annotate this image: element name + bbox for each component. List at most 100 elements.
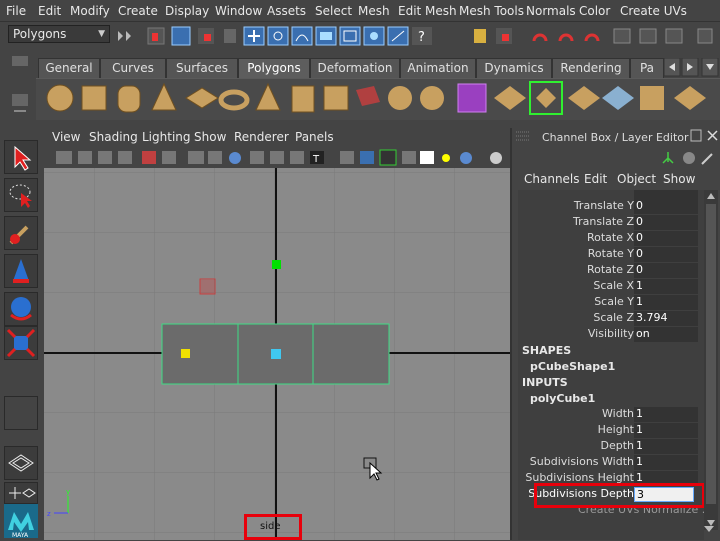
channel-box-scrollbar[interactable] [704, 190, 718, 530]
menu-create[interactable]: Create [118, 4, 158, 18]
four-pane-layout-button[interactable] [4, 482, 38, 504]
scale-tool-button[interactable] [4, 326, 38, 360]
tab-pa[interactable]: Pa [630, 58, 664, 78]
attr-label: Scale Z [593, 311, 634, 324]
tab-general[interactable]: General [38, 58, 100, 78]
attr-value[interactable]: 0 [634, 247, 698, 262]
tab-surfaces[interactable]: Surfaces [166, 58, 238, 78]
menu-color[interactable]: Color [579, 4, 610, 18]
lasso-tool-button[interactable] [4, 178, 38, 212]
attr-label: Scale Y [594, 295, 634, 308]
menu-select[interactable]: Select [315, 4, 352, 18]
menu-window[interactable]: Window [215, 4, 262, 18]
paint-select-button[interactable] [4, 216, 38, 250]
attr-value[interactable]: 1 [634, 439, 698, 454]
select-tool-button[interactable] [4, 140, 38, 174]
cb-menu-object[interactable]: Object [617, 172, 656, 186]
attr-value[interactable]: 1 [634, 279, 698, 294]
channel-box-mode-icons[interactable] [660, 150, 720, 166]
attr-value[interactable]: on [634, 327, 698, 342]
attr-value[interactable]: 1 [634, 295, 698, 310]
menu-file[interactable]: File [6, 4, 26, 18]
move-tool-button[interactable] [4, 254, 38, 288]
panel-menu-show[interactable]: Show [194, 130, 226, 144]
tab-curves[interactable]: Curves [100, 58, 166, 78]
tab-dynamics[interactable]: Dynamics [476, 58, 552, 78]
attr-label: Subdivisions Width [529, 455, 634, 468]
channel-box-window-buttons[interactable] [690, 128, 720, 144]
attr-row-rotate-z[interactable]: Rotate Z0 [518, 262, 704, 278]
tab-polygons[interactable]: Polygons [238, 58, 310, 78]
menu-normals[interactable]: Normals [526, 4, 576, 18]
tab-rendering[interactable]: Rendering [552, 58, 630, 78]
menu-edit[interactable]: Edit [38, 4, 61, 18]
manipulator-x-handle[interactable] [181, 349, 190, 358]
attr-row-translate-z[interactable]: Translate Z0 [518, 214, 704, 230]
cb-menu-edit[interactable]: Edit [584, 172, 607, 186]
status-line-icons: ? [118, 26, 713, 46]
attr-row-scale-z[interactable]: Scale Z 3.794 [518, 310, 704, 326]
attr-label: Translate Y [573, 199, 634, 212]
panel-menu-renderer[interactable]: Renderer [234, 130, 289, 144]
attr-label: Rotate Y [587, 247, 634, 260]
rotate-tool-button[interactable] [4, 292, 38, 326]
attr-label: Rotate Z [586, 263, 634, 276]
camera-name-label: side [260, 521, 281, 532]
scroll-down-button[interactable] [700, 522, 720, 540]
menu-assets[interactable]: Assets [267, 4, 306, 18]
menu-create-uvs[interactable]: Create UVs [620, 4, 687, 18]
attr-value[interactable]: 0 [634, 231, 698, 246]
attr-value[interactable]: 1 [634, 423, 698, 438]
attr-row-height[interactable]: Height 1 [518, 422, 704, 438]
move-tool-icon [13, 259, 29, 283]
side-viewport[interactable]: y z [44, 168, 510, 540]
attr-value[interactable]: 1 [634, 455, 698, 470]
polygon-shelf-icons[interactable] [40, 80, 720, 116]
shape-node-name[interactable]: pCubeShape1 [530, 360, 615, 373]
cb-menu-channels[interactable]: Channels [524, 172, 580, 186]
menu-mesh[interactable]: Mesh [358, 4, 390, 18]
svg-text:?: ? [418, 30, 425, 45]
single-pane-layout-button[interactable] [4, 446, 38, 480]
tab-deformation[interactable]: Deformation [310, 58, 400, 78]
channel-box-grip[interactable] [514, 128, 534, 144]
attr-row-visibility[interactable]: Visibility on [518, 326, 704, 342]
tab-animation[interactable]: Animation [400, 58, 476, 78]
menu-display[interactable]: Display [165, 4, 209, 18]
attr-row-width[interactable]: Width 1 [518, 406, 704, 422]
viewport-scene[interactable]: y z [44, 168, 510, 540]
attr-row-scale-x[interactable]: Scale X1 [518, 278, 704, 294]
svg-text:y: y [66, 488, 70, 496]
menu-modify[interactable]: Modify [70, 4, 110, 18]
attr-row-rotate-y[interactable]: Rotate Y0 [518, 246, 704, 262]
attr-row-translate-y[interactable]: Translate Y0 [518, 198, 704, 214]
last-tool-slot[interactable] [4, 396, 38, 430]
attr-value[interactable]: 0 [634, 199, 698, 214]
panel-menu-view[interactable]: View [52, 130, 80, 144]
layout-icon [9, 487, 36, 499]
svg-text:T: T [312, 154, 320, 165]
attr-value[interactable]: 1 [634, 407, 698, 422]
attr-label: Height [597, 423, 634, 436]
maya-logo: MAYA [4, 504, 38, 539]
attr-row-depth[interactable]: Depth 1 [518, 438, 704, 454]
panel-toolbar[interactable]: T [44, 148, 510, 168]
menu-edit-mesh[interactable]: Edit Mesh [398, 4, 457, 18]
shelf-tab-scroll[interactable] [664, 58, 720, 78]
attr-row-rotate-x[interactable]: Rotate X0 [518, 230, 704, 246]
panel-menu-lighting[interactable]: Lighting [142, 130, 191, 144]
cb-menu-show[interactable]: Show [663, 172, 695, 186]
attr-value[interactable]: 0 [634, 215, 698, 230]
menu-set-dropdown[interactable]: Polygons ▼ [8, 25, 110, 43]
manipulator-center-handle[interactable] [271, 349, 281, 359]
input-node-name[interactable]: polyCube1 [530, 392, 595, 405]
attr-value[interactable]: 0 [634, 263, 698, 278]
attr-row-scale-y[interactable]: Scale Y1 [518, 294, 704, 310]
attr-row-subdivisions-width[interactable]: Subdivisions Width 1 [518, 454, 704, 470]
menu-mesh-tools[interactable]: Mesh Tools [459, 4, 524, 18]
panel-divider[interactable] [510, 128, 512, 540]
manipulator-y-handle[interactable] [272, 260, 281, 269]
panel-menu-shading[interactable]: Shading [89, 130, 138, 144]
attr-value[interactable]: 3.794 [634, 311, 698, 326]
panel-menu-panels[interactable]: Panels [295, 130, 334, 144]
